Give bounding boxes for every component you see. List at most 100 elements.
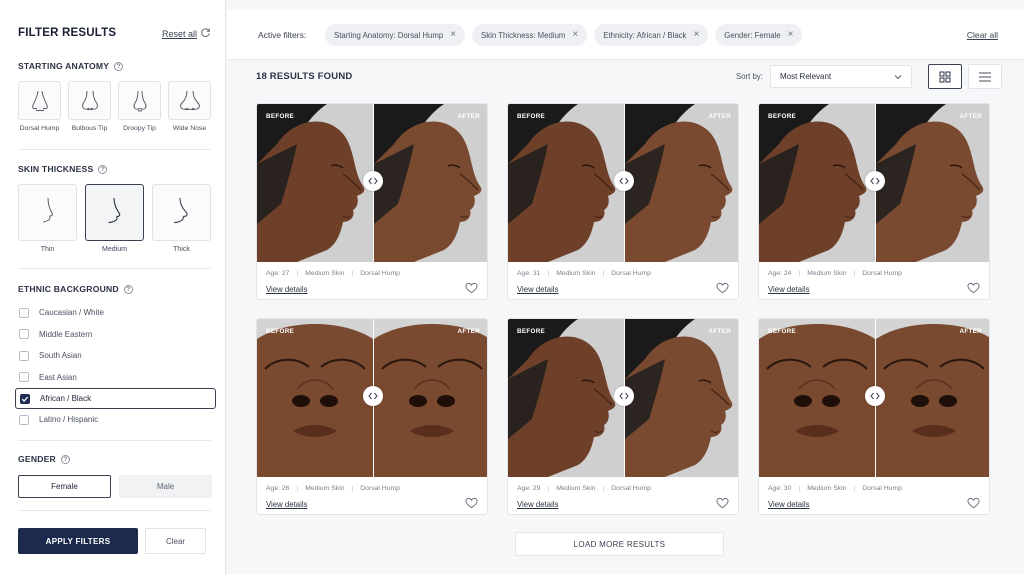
view-details-link[interactable]: View details xyxy=(266,285,307,294)
chip-label: Gender: Female xyxy=(724,30,781,40)
before-after-photo[interactable]: BEFORE AFTER xyxy=(257,319,487,477)
close-icon[interactable]: × xyxy=(572,30,578,40)
checkbox[interactable] xyxy=(19,307,29,318)
gender-male-button[interactable]: Male xyxy=(119,475,212,498)
patient-photo xyxy=(257,319,373,477)
patient-anatomy: Dorsal Hump xyxy=(360,270,400,277)
checkbox-checked[interactable] xyxy=(20,393,30,404)
clear-button[interactable]: Clear xyxy=(145,528,206,554)
anatomy-option-droopy-tip[interactable]: Droopy Tip xyxy=(118,81,161,132)
meta-separator: | xyxy=(798,270,801,277)
ethnic-option-south-asian[interactable]: South Asian xyxy=(18,345,216,367)
checkbox[interactable] xyxy=(19,329,29,340)
view-details-link[interactable]: View details xyxy=(768,500,809,509)
anatomy-options: Dorsal Hump Bulbous Tip Droopy Tip Wide … xyxy=(18,81,211,132)
skin-option-thin[interactable]: Thin xyxy=(18,184,77,253)
result-card[interactable]: BEFORE AFTER Age: 31 | Medium Skin | Dor… xyxy=(507,103,739,300)
view-details-link[interactable]: View details xyxy=(517,285,558,294)
reset-all-link[interactable]: Reset all xyxy=(162,29,197,39)
anatomy-tile xyxy=(68,81,111,120)
chip-label: Skin Thickness: Medium xyxy=(481,30,566,40)
compare-slider-handle[interactable] xyxy=(614,171,634,191)
heart-icon[interactable] xyxy=(967,497,980,509)
close-icon[interactable]: × xyxy=(450,30,456,40)
ethnic-option-caucasian[interactable]: Caucasian / White xyxy=(18,302,216,324)
list-view-button[interactable] xyxy=(968,64,1002,89)
skin-option-thick[interactable]: Thick xyxy=(152,184,211,253)
chevrons-left-right-icon xyxy=(619,177,629,185)
result-card[interactable]: BEFORE AFTER Age: 26 | Medium Skin | Dor… xyxy=(256,318,488,515)
gender-female-button[interactable]: Female xyxy=(18,475,111,498)
chip-label: Ethnicity: African / Black xyxy=(603,30,687,40)
meta-separator: | xyxy=(547,485,550,492)
checkbox-label: African / Black xyxy=(40,394,92,403)
grid-icon xyxy=(939,71,951,82)
meta-separator: | xyxy=(547,270,550,277)
after-tag: AFTER xyxy=(959,328,982,335)
patient-age: Age: 26 xyxy=(266,485,290,492)
compare-slider-handle[interactable] xyxy=(614,386,634,406)
checkbox[interactable] xyxy=(19,372,29,383)
view-details-link[interactable]: View details xyxy=(266,500,307,509)
compare-slider-handle[interactable] xyxy=(865,386,885,406)
apply-filters-button[interactable]: APPLY FILTERS xyxy=(18,528,138,554)
heart-icon[interactable] xyxy=(716,282,729,294)
result-card[interactable]: BEFORE AFTER Age: 27 | Medium Skin | Dor… xyxy=(256,103,488,300)
help-icon[interactable]: ? xyxy=(60,454,70,464)
list-icon xyxy=(979,72,991,81)
result-card[interactable]: BEFORE AFTER Age: 30 | Medium Skin | Dor… xyxy=(758,318,990,515)
before-after-photo[interactable]: BEFORE AFTER xyxy=(508,104,738,262)
view-details-link[interactable]: View details xyxy=(517,500,558,509)
filter-chip[interactable]: Starting Anatomy: Dorsal Hump × xyxy=(325,24,466,46)
close-icon[interactable]: × xyxy=(788,30,794,40)
gender-options: Female Male xyxy=(18,475,212,498)
help-icon[interactable]: ? xyxy=(114,61,124,71)
heart-icon[interactable] xyxy=(465,497,478,509)
close-icon[interactable]: × xyxy=(693,30,699,40)
help-icon[interactable]: ? xyxy=(98,164,108,174)
bulbous-tip-nose-icon xyxy=(81,90,98,110)
compare-slider-handle[interactable] xyxy=(363,386,383,406)
before-after-photo[interactable]: BEFORE AFTER xyxy=(257,104,487,262)
skin-label: Medium xyxy=(102,246,127,253)
ethnic-option-east-asian[interactable]: East Asian xyxy=(18,367,216,389)
anatomy-option-dorsal-hump[interactable]: Dorsal Hump xyxy=(18,81,61,132)
filter-chip[interactable]: Skin Thickness: Medium × xyxy=(472,24,588,46)
checkbox[interactable] xyxy=(19,350,29,361)
help-icon[interactable]: ? xyxy=(123,284,133,294)
load-more-button[interactable]: LOAD MORE RESULTS xyxy=(515,532,724,556)
before-image: BEFORE xyxy=(508,104,624,262)
meta-separator: | xyxy=(602,485,605,492)
before-after-photo[interactable]: BEFORE AFTER xyxy=(759,319,989,477)
result-card[interactable]: BEFORE AFTER Age: 29 | Medium Skin | Dor… xyxy=(507,318,739,515)
sort-label: Sort by: xyxy=(736,72,763,81)
anatomy-option-bulbous-tip[interactable]: Bulbous Tip xyxy=(68,81,111,132)
ethnic-option-african[interactable]: African / Black xyxy=(15,388,216,409)
heart-icon[interactable] xyxy=(716,497,729,509)
patient-skin: Medium Skin xyxy=(556,485,596,492)
anatomy-option-wide-nose[interactable]: Wide Nose xyxy=(168,81,211,132)
checkbox[interactable] xyxy=(19,414,29,425)
refresh-icon[interactable] xyxy=(200,27,211,38)
before-after-photo[interactable]: BEFORE AFTER xyxy=(508,319,738,477)
meta-separator: | xyxy=(602,270,605,277)
result-card[interactable]: BEFORE AFTER Age: 24 | Medium Skin | Dor… xyxy=(758,103,990,300)
skin-option-medium[interactable]: Medium xyxy=(85,184,144,253)
compare-slider-handle[interactable] xyxy=(363,171,383,191)
before-after-photo[interactable]: BEFORE AFTER xyxy=(759,104,989,262)
heart-icon[interactable] xyxy=(967,282,980,294)
medium-skin-profile-icon xyxy=(107,197,120,223)
sort-dropdown[interactable]: Most Relevant xyxy=(770,65,912,88)
ethnic-option-middle-eastern[interactable]: Middle Eastern xyxy=(18,324,216,346)
grid-view-button[interactable] xyxy=(928,64,962,89)
patient-age: Age: 31 xyxy=(517,270,541,277)
compare-slider-handle[interactable] xyxy=(865,171,885,191)
patient-photo xyxy=(625,104,738,262)
clear-all-link[interactable]: Clear all xyxy=(967,30,998,40)
ethnic-option-latino[interactable]: Latino / Hispanic xyxy=(18,409,216,431)
filter-chip[interactable]: Gender: Female × xyxy=(715,24,803,46)
view-details-link[interactable]: View details xyxy=(768,285,809,294)
patient-photo xyxy=(759,319,875,477)
filter-chip[interactable]: Ethnicity: African / Black × xyxy=(594,24,709,46)
heart-icon[interactable] xyxy=(465,282,478,294)
